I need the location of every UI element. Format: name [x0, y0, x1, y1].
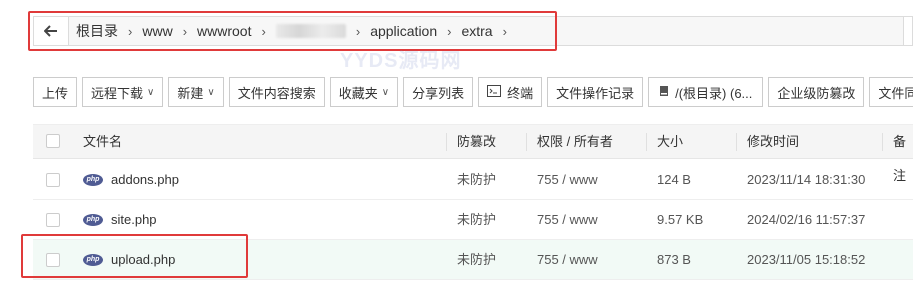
row-checkbox[interactable]: [46, 213, 60, 227]
column-header-name[interactable]: 文件名: [83, 125, 122, 159]
disk-icon: [659, 85, 669, 100]
php-file-icon: php: [83, 214, 103, 226]
tamper-status: 未防护: [457, 212, 497, 227]
remote-download-button[interactable]: 远程下载 ∨: [82, 77, 164, 107]
share-list-button[interactable]: 分享列表: [403, 77, 474, 107]
permission-owner[interactable]: 755 / www: [537, 160, 598, 200]
column-divider: [736, 133, 737, 151]
file-size: 124 B: [657, 172, 691, 187]
modified-time: 2024/02/16 11:57:37: [747, 212, 866, 227]
tamper-status: 未防护: [457, 172, 497, 187]
file-ops-log-label: 文件操作记录: [556, 85, 635, 101]
column-header-size[interactable]: 大小: [657, 125, 683, 159]
disk-button[interactable]: /(根目录) (6...: [648, 77, 764, 107]
terminal-button[interactable]: 终端: [478, 77, 543, 107]
column-divider: [646, 133, 647, 151]
file-toolbar: 上传 远程下载 ∨ 新建 ∨ 文件内容搜索 收藏夹 ∨ 分享列表 终端 文件操作记录 …: [33, 77, 913, 107]
file-table-header: 文件名 防篡改 权限 / 所有者 大小 修改时间 备注: [33, 124, 913, 183]
file-name[interactable]: addons.php: [111, 160, 179, 200]
column-header-note[interactable]: 备注: [893, 125, 913, 183]
path-input-edge[interactable]: [903, 17, 912, 45]
annotation-box-upload-row: [21, 234, 248, 278]
upload-button[interactable]: 上传: [33, 77, 78, 107]
chevron-down-icon: ∨: [381, 86, 390, 98]
content-search-label: 文件内容搜索: [237, 85, 316, 101]
modified-time: 2023/11/05 15:18:52: [747, 252, 866, 267]
file-size: 9.57 KB: [657, 212, 704, 227]
modified-time: 2023/11/14 18:31:30: [747, 172, 866, 187]
chevron-down-icon: ∨: [147, 86, 155, 98]
remote-download-label: 远程下载: [91, 85, 144, 101]
file-size: 873 B: [657, 252, 691, 267]
select-all-checkbox[interactable]: [46, 134, 60, 148]
disk-label: /(根目录) (6...: [675, 85, 753, 101]
column-header-mtime[interactable]: 修改时间: [747, 125, 799, 159]
favorites-label: 收藏夹: [338, 85, 378, 101]
tamper-status: 未防护: [457, 252, 497, 267]
content-search-button[interactable]: 文件内容搜索: [228, 77, 325, 107]
tamper-proof-button[interactable]: 企业级防篡改: [768, 77, 865, 107]
column-header-permission[interactable]: 权限 / 所有者: [537, 125, 613, 159]
column-divider: [526, 133, 527, 151]
column-divider: [446, 133, 447, 151]
row-checkbox[interactable]: [46, 173, 60, 187]
upload-label: 上传: [42, 85, 69, 101]
annotation-box-breadcrumb: [28, 11, 557, 51]
permission-owner[interactable]: 755 / www: [537, 200, 598, 240]
new-label: 新建: [177, 85, 204, 101]
column-header-tamper[interactable]: 防篡改: [457, 125, 496, 159]
column-divider: [882, 133, 883, 151]
chevron-down-icon: ∨: [207, 86, 215, 98]
watermark: YYDS源码网: [340, 50, 462, 72]
new-button[interactable]: 新建 ∨: [168, 77, 224, 107]
permission-owner[interactable]: 755 / www: [537, 240, 598, 280]
file-ops-log-button[interactable]: 文件操作记录: [547, 77, 644, 107]
tamper-proof-label: 企业级防篡改: [777, 85, 856, 101]
php-file-icon: php: [83, 174, 103, 186]
share-list-label: 分享列表: [412, 85, 465, 101]
terminal-label: 终端: [507, 85, 534, 101]
file-sync-button[interactable]: 文件同: [869, 77, 913, 107]
favorites-button[interactable]: 收藏夹 ∨: [329, 77, 399, 107]
file-sync-label: 文件同: [878, 85, 913, 101]
table-row[interactable]: php addons.php 未防护 755 / www 124 B 2023/…: [33, 160, 913, 200]
terminal-icon: [487, 84, 502, 100]
